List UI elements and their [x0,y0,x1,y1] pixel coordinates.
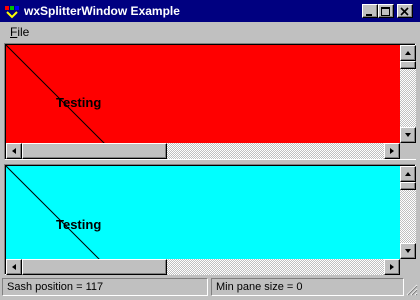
right-arrow-icon [390,148,394,154]
window-title: wxSplitterWindow Example [24,4,180,18]
bottom-pane[interactable]: Testing [4,164,416,275]
horizontal-scroll-thumb[interactable] [22,259,167,275]
diagonal-line [6,166,100,259]
close-icon [400,7,409,16]
menu-file[interactable]: File [10,24,29,40]
scroll-corner [400,143,416,159]
testing-label: Testing [56,217,102,232]
vertical-scrollbar[interactable] [400,166,416,259]
left-arrow-icon [12,148,16,154]
close-button[interactable] [397,4,413,18]
horizontal-scrollbar[interactable] [6,259,400,275]
maximize-button[interactable] [378,4,394,18]
menu-bar [0,22,420,42]
minimize-icon [366,14,372,16]
maximize-icon [381,7,390,16]
down-arrow-icon [405,249,411,253]
size-grip-icon[interactable] [404,282,418,296]
bottom-pane-canvas: Testing [6,166,400,259]
vertical-scroll-thumb[interactable] [400,182,416,190]
scroll-down-button[interactable] [400,127,416,143]
vertical-scroll-thumb[interactable] [400,61,416,69]
menu-file-label: ile [17,25,30,39]
scroll-left-button[interactable] [6,259,22,275]
left-arrow-icon [12,264,16,270]
top-pane[interactable]: Testing [4,43,416,160]
horizontal-scroll-thumb[interactable] [22,143,167,159]
status-min-pane-size: Min pane size = 0 [211,278,404,296]
top-pane-canvas: Testing [6,45,400,143]
testing-label: Testing [56,95,102,110]
horizontal-scrollbar[interactable] [6,143,400,159]
status-sash-position: Sash position = 117 [2,278,208,296]
up-arrow-icon [405,51,411,55]
app-icon[interactable] [4,3,20,19]
app-window: wxSplitterWindow Example File Testing Te… [0,0,420,300]
scroll-up-button[interactable] [400,166,416,182]
scroll-right-button[interactable] [384,143,400,159]
up-arrow-icon [405,172,411,176]
scroll-down-button[interactable] [400,243,416,259]
vertical-scrollbar[interactable] [400,45,416,143]
scroll-right-button[interactable] [384,259,400,275]
right-arrow-icon [390,264,394,270]
scroll-left-button[interactable] [6,143,22,159]
scroll-corner [400,259,416,275]
scroll-up-button[interactable] [400,45,416,61]
down-arrow-icon [405,133,411,137]
diagonal-line [6,45,105,143]
minimize-button[interactable] [362,4,378,18]
